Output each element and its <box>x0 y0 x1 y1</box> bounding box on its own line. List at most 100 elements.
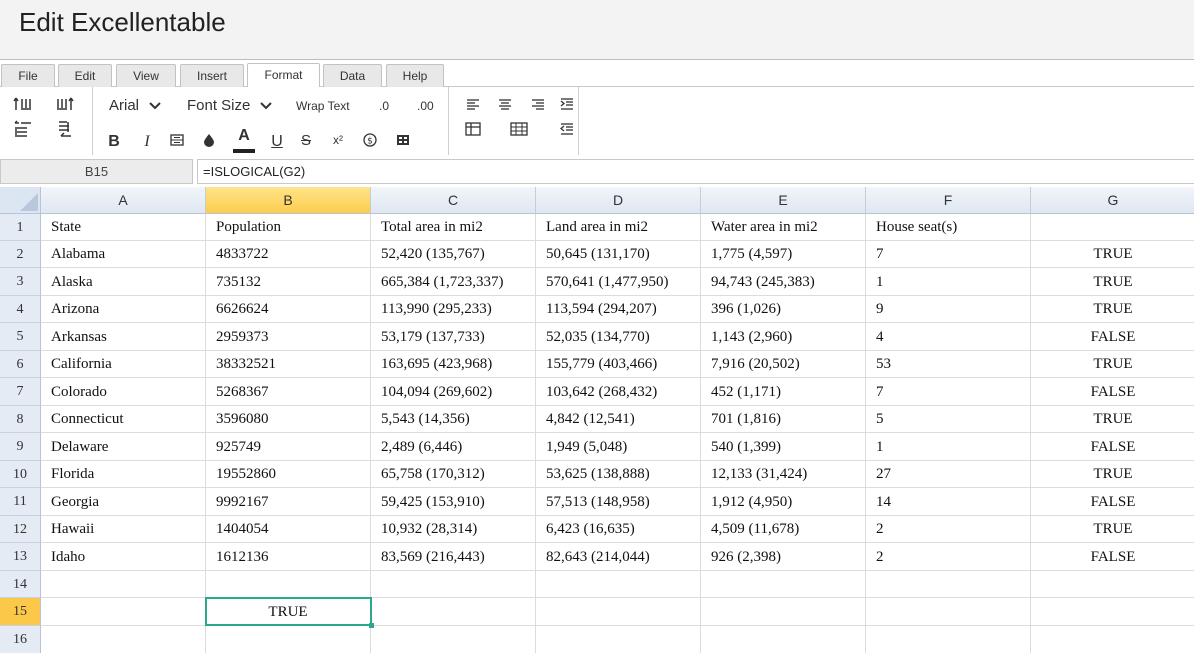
cell-f16[interactable] <box>866 626 1031 653</box>
cell-f15[interactable] <box>866 598 1031 626</box>
cell-d9[interactable]: 1,949 (5,048) <box>536 433 701 461</box>
cell-a15[interactable] <box>41 598 206 626</box>
cell-b6[interactable]: 38332521 <box>206 351 371 378</box>
cell-c1[interactable]: Total area in mi2 <box>371 214 536 241</box>
fill-color-icon[interactable] <box>198 129 220 151</box>
underline-button[interactable]: U <box>266 131 288 153</box>
cell-d2[interactable]: 50,645 (131,170) <box>536 241 701 268</box>
cell-g8[interactable]: TRUE <box>1031 406 1194 433</box>
cell-a9[interactable]: Delaware <box>41 433 206 461</box>
cell-b16[interactable] <box>206 626 371 653</box>
cell-g10[interactable]: TRUE <box>1031 461 1194 488</box>
cell-g11[interactable]: FALSE <box>1031 488 1194 516</box>
cell-g15[interactable] <box>1031 598 1194 626</box>
row-header-6[interactable]: 6 <box>0 351 41 378</box>
font-color-button[interactable]: A <box>232 127 256 155</box>
cell-a4[interactable]: Arizona <box>41 296 206 323</box>
cell-e14[interactable] <box>701 571 866 598</box>
cell-g3[interactable]: TRUE <box>1031 268 1194 296</box>
cell-d15[interactable] <box>536 598 701 626</box>
fill-handle[interactable] <box>369 623 374 628</box>
merge-cells-icon[interactable] <box>392 129 414 151</box>
row-header-13[interactable]: 13 <box>0 543 41 571</box>
cell-f9[interactable]: 1 <box>866 433 1031 461</box>
cell-a8[interactable]: Connecticut <box>41 406 206 433</box>
cell-g13[interactable]: FALSE <box>1031 543 1194 571</box>
cell-b2[interactable]: 4833722 <box>206 241 371 268</box>
cell-c13[interactable]: 83,569 (216,443) <box>371 543 536 571</box>
cell-b12[interactable]: 1404054 <box>206 516 371 543</box>
cell-c11[interactable]: 59,425 (153,910) <box>371 488 536 516</box>
outdent-icon[interactable] <box>556 118 578 140</box>
table-grid-icon[interactable] <box>508 118 530 140</box>
cell-a16[interactable] <box>41 626 206 653</box>
cell-e11[interactable]: 1,912 (4,950) <box>701 488 866 516</box>
cell-g9[interactable]: FALSE <box>1031 433 1194 461</box>
cell-b8[interactable]: 3596080 <box>206 406 371 433</box>
cell-c9[interactable]: 2,489 (6,446) <box>371 433 536 461</box>
cell-b4[interactable]: 6626624 <box>206 296 371 323</box>
insert-column-icon[interactable] <box>54 93 76 115</box>
cell-b10[interactable]: 19552860 <box>206 461 371 488</box>
tab-insert[interactable]: Insert <box>180 64 244 87</box>
cell-a11[interactable]: Georgia <box>41 488 206 516</box>
italic-button[interactable]: I <box>136 131 158 153</box>
cell-d7[interactable]: 103,642 (268,432) <box>536 378 701 406</box>
column-header-b[interactable]: B <box>206 187 371 214</box>
tab-view[interactable]: View <box>116 64 176 87</box>
cell-a12[interactable]: Hawaii <box>41 516 206 543</box>
row-header-11[interactable]: 11 <box>0 488 41 516</box>
cell-e9[interactable]: 540 (1,399) <box>701 433 866 461</box>
cell-f11[interactable]: 14 <box>866 488 1031 516</box>
row-header-9[interactable]: 9 <box>0 433 41 461</box>
cell-c14[interactable] <box>371 571 536 598</box>
cell-d12[interactable]: 6,423 (16,635) <box>536 516 701 543</box>
cell-d4[interactable]: 113,594 (294,207) <box>536 296 701 323</box>
cell-d6[interactable]: 155,779 (403,466) <box>536 351 701 378</box>
cell-a1[interactable]: State <box>41 214 206 241</box>
cell-c16[interactable] <box>371 626 536 653</box>
cell-g12[interactable]: TRUE <box>1031 516 1194 543</box>
cell-f10[interactable]: 27 <box>866 461 1031 488</box>
cell-b9[interactable]: 925749 <box>206 433 371 461</box>
cell-e8[interactable]: 701 (1,816) <box>701 406 866 433</box>
cell-b5[interactable]: 2959373 <box>206 323 371 351</box>
cell-c10[interactable]: 65,758 (170,312) <box>371 461 536 488</box>
cell-d10[interactable]: 53,625 (138,888) <box>536 461 701 488</box>
cell-d13[interactable]: 82,643 (214,044) <box>536 543 701 571</box>
cell-a2[interactable]: Alabama <box>41 241 206 268</box>
align-left-icon[interactable] <box>462 93 484 115</box>
column-header-e[interactable]: E <box>701 187 866 214</box>
tab-edit[interactable]: Edit <box>58 64 112 87</box>
cell-e7[interactable]: 452 (1,171) <box>701 378 866 406</box>
column-header-d[interactable]: D <box>536 187 701 214</box>
strikethrough-button[interactable]: S <box>295 129 317 151</box>
cell-e4[interactable]: 396 (1,026) <box>701 296 866 323</box>
cell-f2[interactable]: 7 <box>866 241 1031 268</box>
cell-a6[interactable]: California <box>41 351 206 378</box>
row-header-4[interactable]: 4 <box>0 296 41 323</box>
cell-f6[interactable]: 53 <box>866 351 1031 378</box>
cell-a3[interactable]: Alaska <box>41 268 206 296</box>
cell-a5[interactable]: Arkansas <box>41 323 206 351</box>
cell-d8[interactable]: 4,842 (12,541) <box>536 406 701 433</box>
cell-g5[interactable]: FALSE <box>1031 323 1194 351</box>
cell-e13[interactable]: 926 (2,398) <box>701 543 866 571</box>
tab-data[interactable]: Data <box>323 64 382 87</box>
cell-a13[interactable]: Idaho <box>41 543 206 571</box>
insert-row-above-icon[interactable] <box>12 93 34 115</box>
cell-a10[interactable]: Florida <box>41 461 206 488</box>
row-header-3[interactable]: 3 <box>0 268 41 296</box>
row-header-14[interactable]: 14 <box>0 571 41 598</box>
cell-c3[interactable]: 665,384 (1,723,337) <box>371 268 536 296</box>
font-size-select[interactable]: Font Size <box>187 97 273 114</box>
cell-e10[interactable]: 12,133 (31,424) <box>701 461 866 488</box>
align-center-icon[interactable] <box>494 93 516 115</box>
row-header-7[interactable]: 7 <box>0 378 41 406</box>
formula-input[interactable]: =ISLOGICAL(G2) <box>197 159 1194 184</box>
cell-b11[interactable]: 9992167 <box>206 488 371 516</box>
currency-icon[interactable]: $ <box>359 129 381 151</box>
cell-e2[interactable]: 1,775 (4,597) <box>701 241 866 268</box>
column-header-f[interactable]: F <box>866 187 1031 214</box>
cell-f5[interactable]: 4 <box>866 323 1031 351</box>
